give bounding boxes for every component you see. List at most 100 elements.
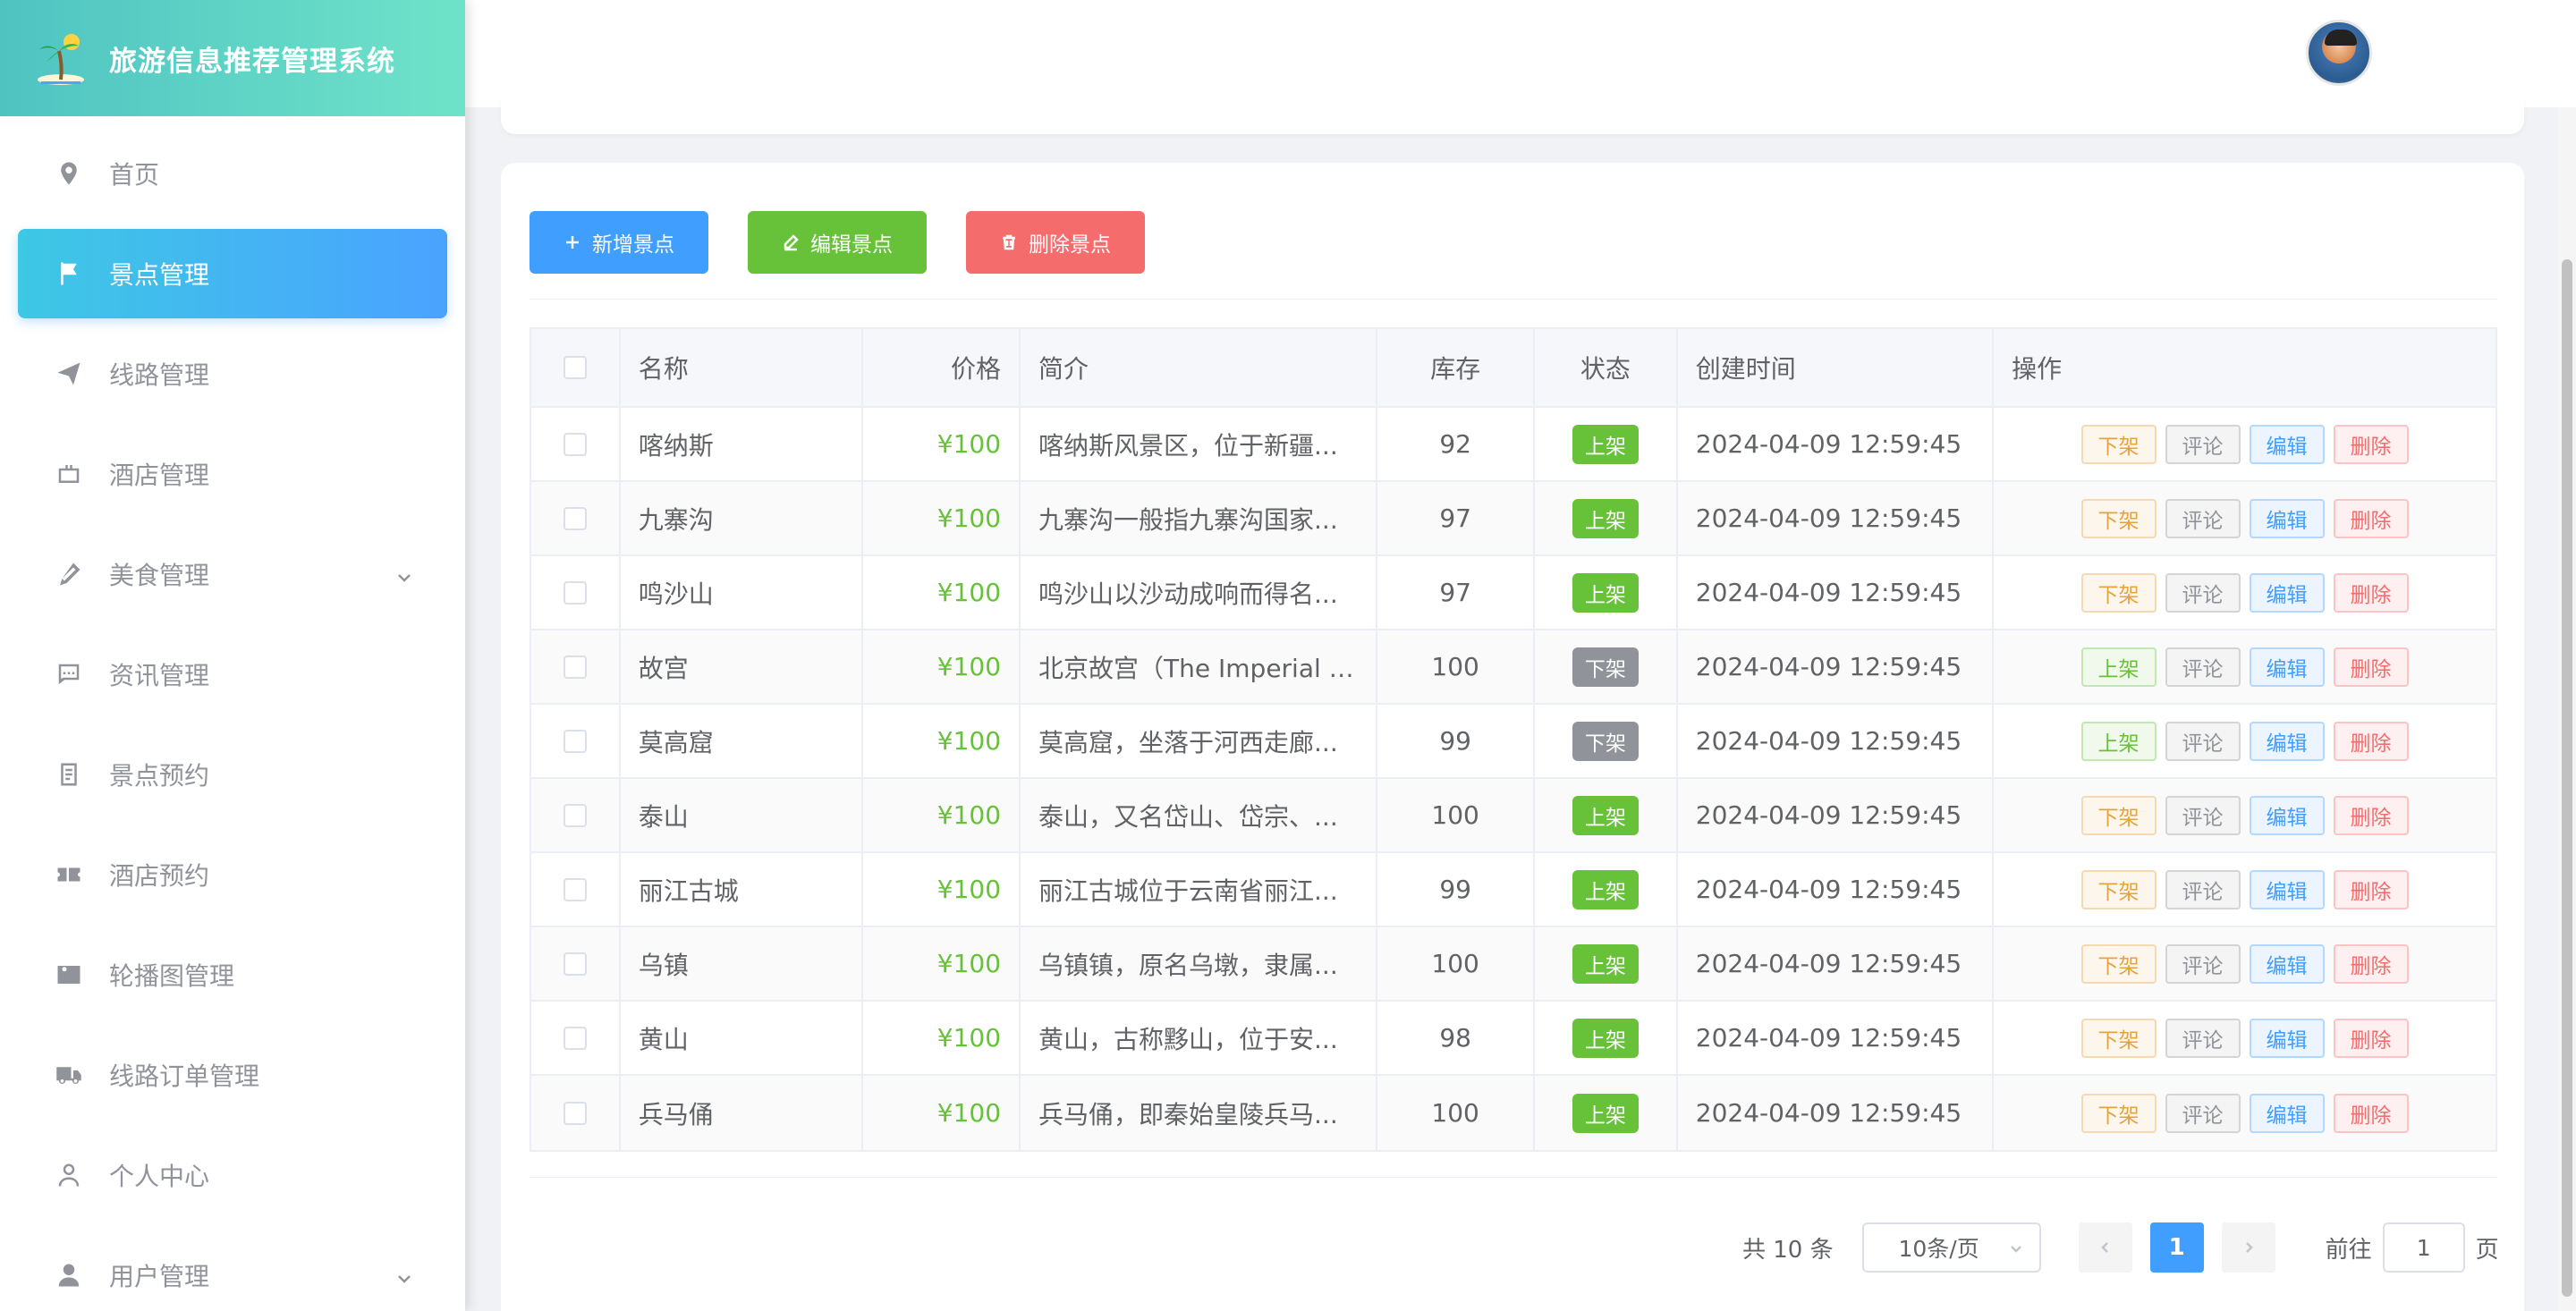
ticket-icon (54, 859, 84, 890)
sidebar-item-hotels[interactable]: 酒店管理 (18, 429, 447, 519)
toggle-status-button[interactable]: 下架 (2080, 572, 2157, 613)
sidebar-item-profile[interactable]: 个人中心 (18, 1130, 447, 1220)
comment-button[interactable]: 评论 (2165, 498, 2241, 538)
edit-button[interactable]: 编辑 (2249, 721, 2325, 761)
comment-button[interactable]: 评论 (2165, 795, 2241, 835)
select-all-checkbox[interactable] (563, 356, 587, 379)
row-checkbox[interactable] (563, 1101, 587, 1125)
table-row[interactable]: 喀纳斯 ¥100 喀纳斯风景区，位于新疆... 92 上架 2024-04-09 12:5… (531, 408, 2496, 482)
scrollbar-thumb[interactable] (2562, 259, 2572, 1297)
sidebar-item-attraction-booking[interactable]: 景点预约 (18, 730, 447, 819)
toggle-status-button[interactable]: 上架 (2080, 721, 2157, 761)
edit-button[interactable]: 编辑 (2249, 1093, 2325, 1133)
delete-button[interactable]: 删除 (2333, 1018, 2409, 1058)
delete-button[interactable]: 删除 (2333, 647, 2409, 687)
next-page-button[interactable] (2221, 1222, 2275, 1273)
toggle-status-button[interactable]: 下架 (2080, 1018, 2157, 1058)
row-checkbox[interactable] (563, 432, 587, 456)
sidebar-item-route-orders[interactable]: 线路订单管理 (18, 1030, 447, 1120)
comment-button[interactable]: 评论 (2165, 943, 2241, 984)
edit-attraction-button[interactable]: 编辑景点 (748, 211, 927, 274)
row-checkbox[interactable] (563, 580, 587, 605)
toggle-status-button[interactable]: 下架 (2080, 498, 2157, 538)
toggle-status-button[interactable]: 下架 (2080, 424, 2157, 464)
sidebar-item-hotel-booking[interactable]: 酒店预约 (18, 830, 447, 919)
row-checkbox[interactable] (563, 506, 587, 530)
table-row[interactable]: 莫高窟 ¥100 莫高窟，坐落于河西走廊... 99 下架 2024-04-09 12:5… (531, 705, 2496, 779)
add-attraction-button[interactable]: 新增景点 (530, 211, 708, 274)
comment-button[interactable]: 评论 (2165, 1018, 2241, 1058)
table-row[interactable]: 九寨沟 ¥100 九寨沟一般指九寨沟国家... 97 上架 2024-04-09 12:5… (531, 482, 2496, 556)
vertical-scrollbar[interactable] (2558, 107, 2576, 1311)
comment-button[interactable]: 评论 (2165, 869, 2241, 909)
table-row[interactable]: 黄山 ¥100 黄山，古称黟山，位于安... 98 上架 2024-04-09 12:59… (531, 1002, 2496, 1076)
row-select-cell (531, 927, 621, 1000)
toggle-status-button[interactable]: 上架 (2080, 647, 2157, 687)
table-row[interactable]: 鸣沙山 ¥100 鸣沙山以沙动成响而得名... 97 上架 2024-04-09 12:5… (531, 556, 2496, 630)
prev-page-button[interactable] (2078, 1222, 2132, 1273)
document-icon (54, 759, 84, 790)
edit-button[interactable]: 编辑 (2249, 498, 2325, 538)
comment-button[interactable]: 评论 (2165, 721, 2241, 761)
table-row[interactable]: 泰山 ¥100 泰山，又名岱山、岱宗、... 100 上架 2024-04-09 12:5… (531, 779, 2496, 853)
header-created[interactable]: 创建时间 (1678, 329, 1995, 406)
comment-button[interactable]: 评论 (2165, 647, 2241, 687)
row-checkbox[interactable] (563, 803, 587, 827)
edit-button[interactable]: 编辑 (2249, 424, 2325, 464)
edit-button[interactable]: 编辑 (2249, 795, 2325, 835)
cell-created: 2024-04-09 12:59:45 (1678, 779, 1995, 851)
sidebar-item-users[interactable]: 用户管理 (18, 1231, 447, 1311)
page-number-current[interactable]: 1 (2149, 1222, 2204, 1273)
attractions-table: 名称 价格 简介 库存 状态 创建时间 操作 喀纳斯 ¥100 喀纳斯风景区，位于新… (530, 327, 2497, 1152)
cell-created: 2024-04-09 12:59:45 (1678, 556, 1995, 629)
sidebar-item-news[interactable]: 资讯管理 (18, 630, 447, 719)
edit-button[interactable]: 编辑 (2249, 647, 2325, 687)
delete-button[interactable]: 删除 (2333, 795, 2409, 835)
header-stock[interactable]: 库存 (1377, 329, 1535, 406)
toggle-status-button[interactable]: 下架 (2080, 1093, 2157, 1133)
sidebar-item-food[interactable]: 美食管理 (18, 529, 447, 619)
edit-button[interactable]: 编辑 (2249, 869, 2325, 909)
delete-button[interactable]: 删除 (2333, 869, 2409, 909)
toggle-status-button[interactable]: 下架 (2080, 943, 2157, 984)
delete-button[interactable]: 删除 (2333, 721, 2409, 761)
sidebar-item-attractions[interactable]: 景点管理 (18, 229, 447, 318)
delete-attraction-button[interactable]: 删除景点 (966, 211, 1145, 274)
sidebar-item-home[interactable]: 首页 (18, 129, 447, 218)
goto-page-input[interactable] (2382, 1222, 2465, 1273)
cell-stock: 99 (1377, 705, 1535, 777)
comment-button[interactable]: 评论 (2165, 1093, 2241, 1133)
chevron-down-icon[interactable] (395, 563, 411, 582)
header-price[interactable]: 价格 (863, 329, 1021, 406)
avatar[interactable] (2306, 20, 2372, 86)
comment-button[interactable]: 评论 (2165, 424, 2241, 464)
edit-button[interactable]: 编辑 (2249, 1018, 2325, 1058)
edit-button[interactable]: 编辑 (2249, 943, 2325, 984)
sidebar-item-carousel[interactable]: 轮播图管理 (18, 930, 447, 1019)
delete-button[interactable]: 删除 (2333, 943, 2409, 984)
edit-button[interactable]: 编辑 (2249, 572, 2325, 613)
chevron-down-icon[interactable] (395, 1264, 411, 1283)
delete-button[interactable]: 删除 (2333, 424, 2409, 464)
comment-button[interactable]: 评论 (2165, 572, 2241, 613)
table-row[interactable]: 故宫 ¥100 北京故宫（The Imperial P... 100 下架 2024-04… (531, 630, 2496, 705)
delete-button[interactable]: 删除 (2333, 498, 2409, 538)
page-size-select[interactable]: 10条/页 (1861, 1222, 2041, 1273)
toggle-status-button[interactable]: 下架 (2080, 795, 2157, 835)
row-checkbox[interactable] (563, 952, 587, 976)
delete-button[interactable]: 删除 (2333, 572, 2409, 613)
row-checkbox[interactable] (563, 729, 587, 753)
toggle-status-button[interactable]: 下架 (2080, 869, 2157, 909)
row-checkbox[interactable] (563, 655, 587, 679)
header-intro[interactable]: 简介 (1021, 329, 1378, 406)
delete-button[interactable]: 删除 (2333, 1093, 2409, 1133)
header-name[interactable]: 名称 (621, 329, 864, 406)
table-row[interactable]: 丽江古城 ¥100 丽江古城位于云南省丽江... 99 上架 2024-04-09 12:… (531, 853, 2496, 927)
cell-stock: 99 (1377, 853, 1535, 926)
row-checkbox[interactable] (563, 877, 587, 901)
table-row[interactable]: 乌镇 ¥100 乌镇镇，原名乌墩，隶属... 100 上架 2024-04-09 12:5… (531, 927, 2496, 1002)
table-row[interactable]: 兵马俑 ¥100 兵马俑，即秦始皇陵兵马... 100 上架 2024-04-09 12:… (531, 1076, 2496, 1150)
sidebar-item-routes[interactable]: 线路管理 (18, 329, 447, 419)
row-checkbox[interactable] (563, 1026, 587, 1050)
header-status[interactable]: 状态 (1535, 329, 1678, 406)
